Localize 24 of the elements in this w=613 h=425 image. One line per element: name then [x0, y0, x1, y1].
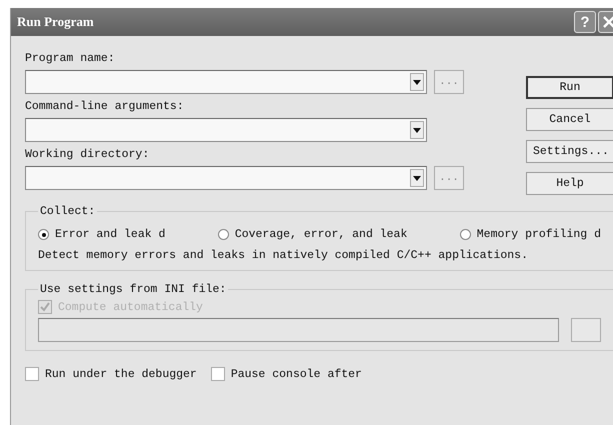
dialog-button[interactable]: Cancel: [526, 108, 613, 131]
dialog-button[interactable]: Help: [526, 172, 613, 195]
combo-box[interactable]: [25, 70, 427, 94]
radio-option[interactable]: Coverage, error, and leak: [218, 228, 408, 241]
combo-box[interactable]: [25, 166, 427, 190]
option-checkbox[interactable]: Pause console after: [210, 367, 362, 381]
radio-icon[interactable]: [460, 229, 471, 240]
checkmark-icon: [40, 302, 50, 312]
radio-option[interactable]: Memory profiling d: [460, 228, 601, 241]
combo-box[interactable]: [25, 118, 427, 142]
window-title: Run Program: [17, 14, 95, 30]
ini-path-field[interactable]: [38, 318, 559, 342]
option-checkbox[interactable]: Run under the debugger: [25, 367, 197, 381]
dialog-button[interactable]: Run: [526, 76, 613, 99]
field-label: Command-line arguments:: [25, 100, 185, 113]
radio-icon[interactable]: [218, 229, 229, 240]
field-label: Program name:: [25, 52, 116, 65]
field-label: Working directory:: [25, 148, 150, 161]
group-title: Use settings from INI file:: [39, 283, 228, 296]
dialog-button[interactable]: Settings...: [526, 140, 613, 163]
description-text: Detect memory errors and leaks in natively compiled C/C++ applications.: [38, 249, 529, 262]
radio-option[interactable]: Error and leak d: [38, 228, 166, 241]
radio-icon[interactable]: [38, 229, 49, 240]
group-title: Collect:: [39, 205, 96, 218]
